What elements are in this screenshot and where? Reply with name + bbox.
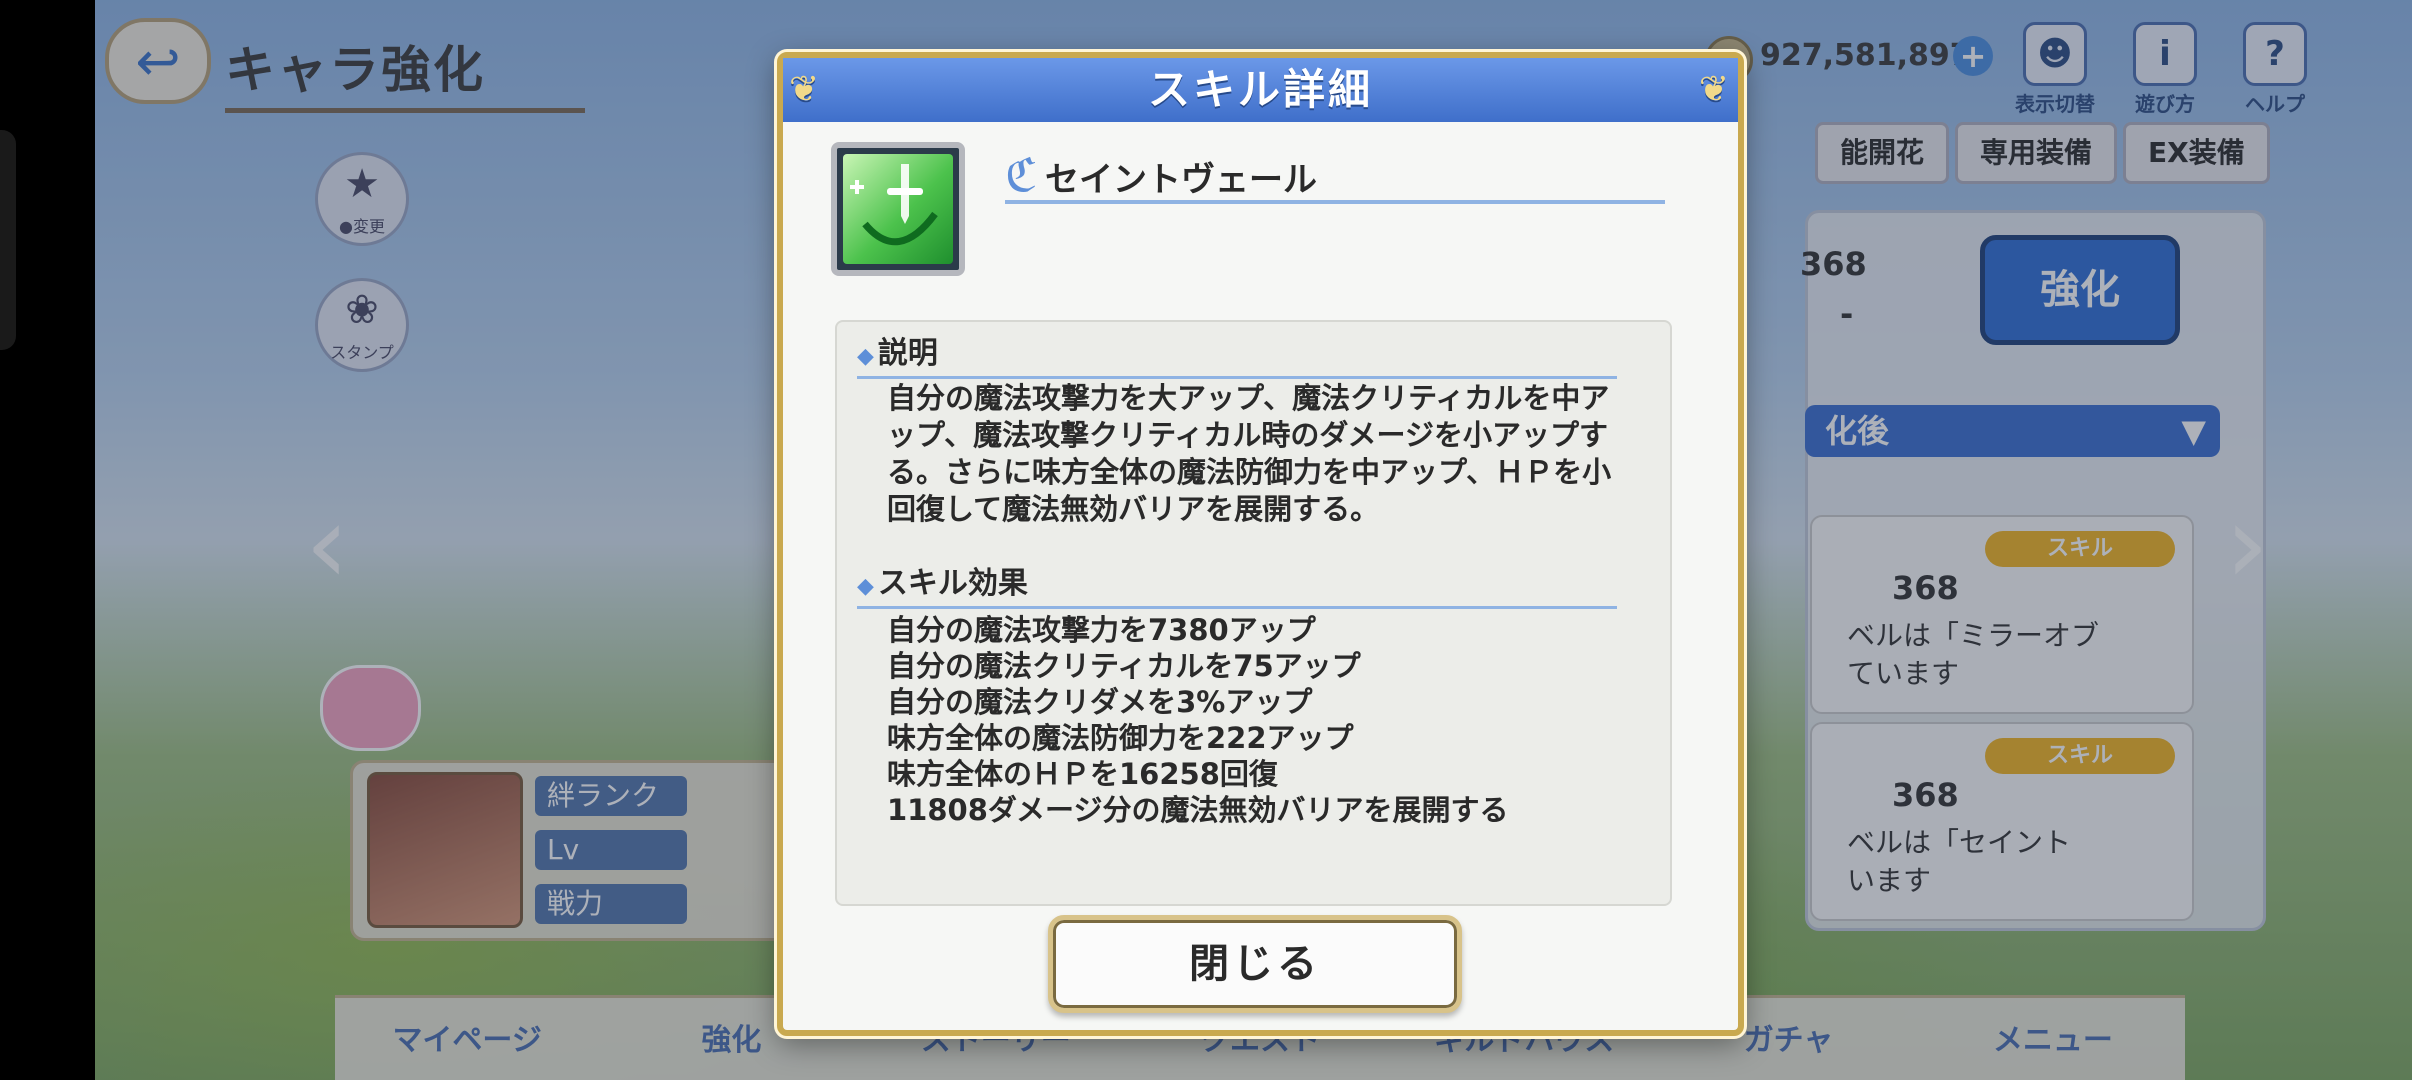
- effect-line: 味方全体の魔法防御力を222アップ: [887, 721, 1354, 755]
- ornament-icon: ❦: [789, 69, 823, 110]
- close-button[interactable]: 閉じる: [1048, 915, 1462, 1013]
- dialog-header: ❦ スキル詳細 ❦: [783, 58, 1738, 122]
- skill-name-row: ℭ セイントヴェール: [1005, 150, 1665, 204]
- device-notch: [0, 130, 16, 350]
- ornament-icon: ❦: [1698, 69, 1732, 110]
- dialog-title: スキル詳細: [1147, 65, 1373, 114]
- effect-line: 11808ダメージ分の魔法無効バリアを展開する: [887, 793, 1509, 827]
- skill-detail-dialog: ❦ スキル詳細 ❦ ℭ セイントヴェール ◆ 説明 自分の魔法攻撃力を大アップ、魔…: [777, 52, 1744, 1036]
- description-heading: ◆ 説明: [857, 328, 1617, 379]
- effects-heading-label: スキル効果: [877, 566, 1028, 601]
- effect-line: 自分の魔法クリティカルを75アップ: [887, 649, 1361, 683]
- description-heading-label: 説明: [877, 336, 938, 371]
- sword-skill-icon: [843, 154, 953, 264]
- skill-icon: [831, 142, 965, 276]
- skill-name: セイントヴェール: [1045, 160, 1317, 200]
- diamond-icon: ◆: [857, 344, 874, 369]
- skill-effects-list: 自分の魔法攻撃力を7380アップ 自分の魔法クリティカルを75アップ 自分の魔法…: [887, 612, 1508, 828]
- swirl-icon: ℭ: [1005, 148, 1038, 202]
- sword-icon: [850, 164, 938, 246]
- effects-heading: ◆ スキル効果: [857, 558, 1617, 609]
- skill-description-box: ◆ 説明 自分の魔法攻撃力を大アップ、魔法クリティカルを中アップ、魔法攻撃クリティ…: [835, 320, 1672, 906]
- skill-description: 自分の魔法攻撃力を大アップ、魔法クリティカルを中アップ、魔法攻撃クリティカル時の…: [887, 381, 1612, 526]
- effect-line: 自分の魔法攻撃力を7380アップ: [887, 613, 1316, 647]
- diamond-icon: ◆: [857, 574, 874, 599]
- effect-line: 自分の魔法クリダメを3%アップ: [887, 685, 1313, 719]
- effect-line: 味方全体のＨＰを16258回復: [887, 757, 1278, 791]
